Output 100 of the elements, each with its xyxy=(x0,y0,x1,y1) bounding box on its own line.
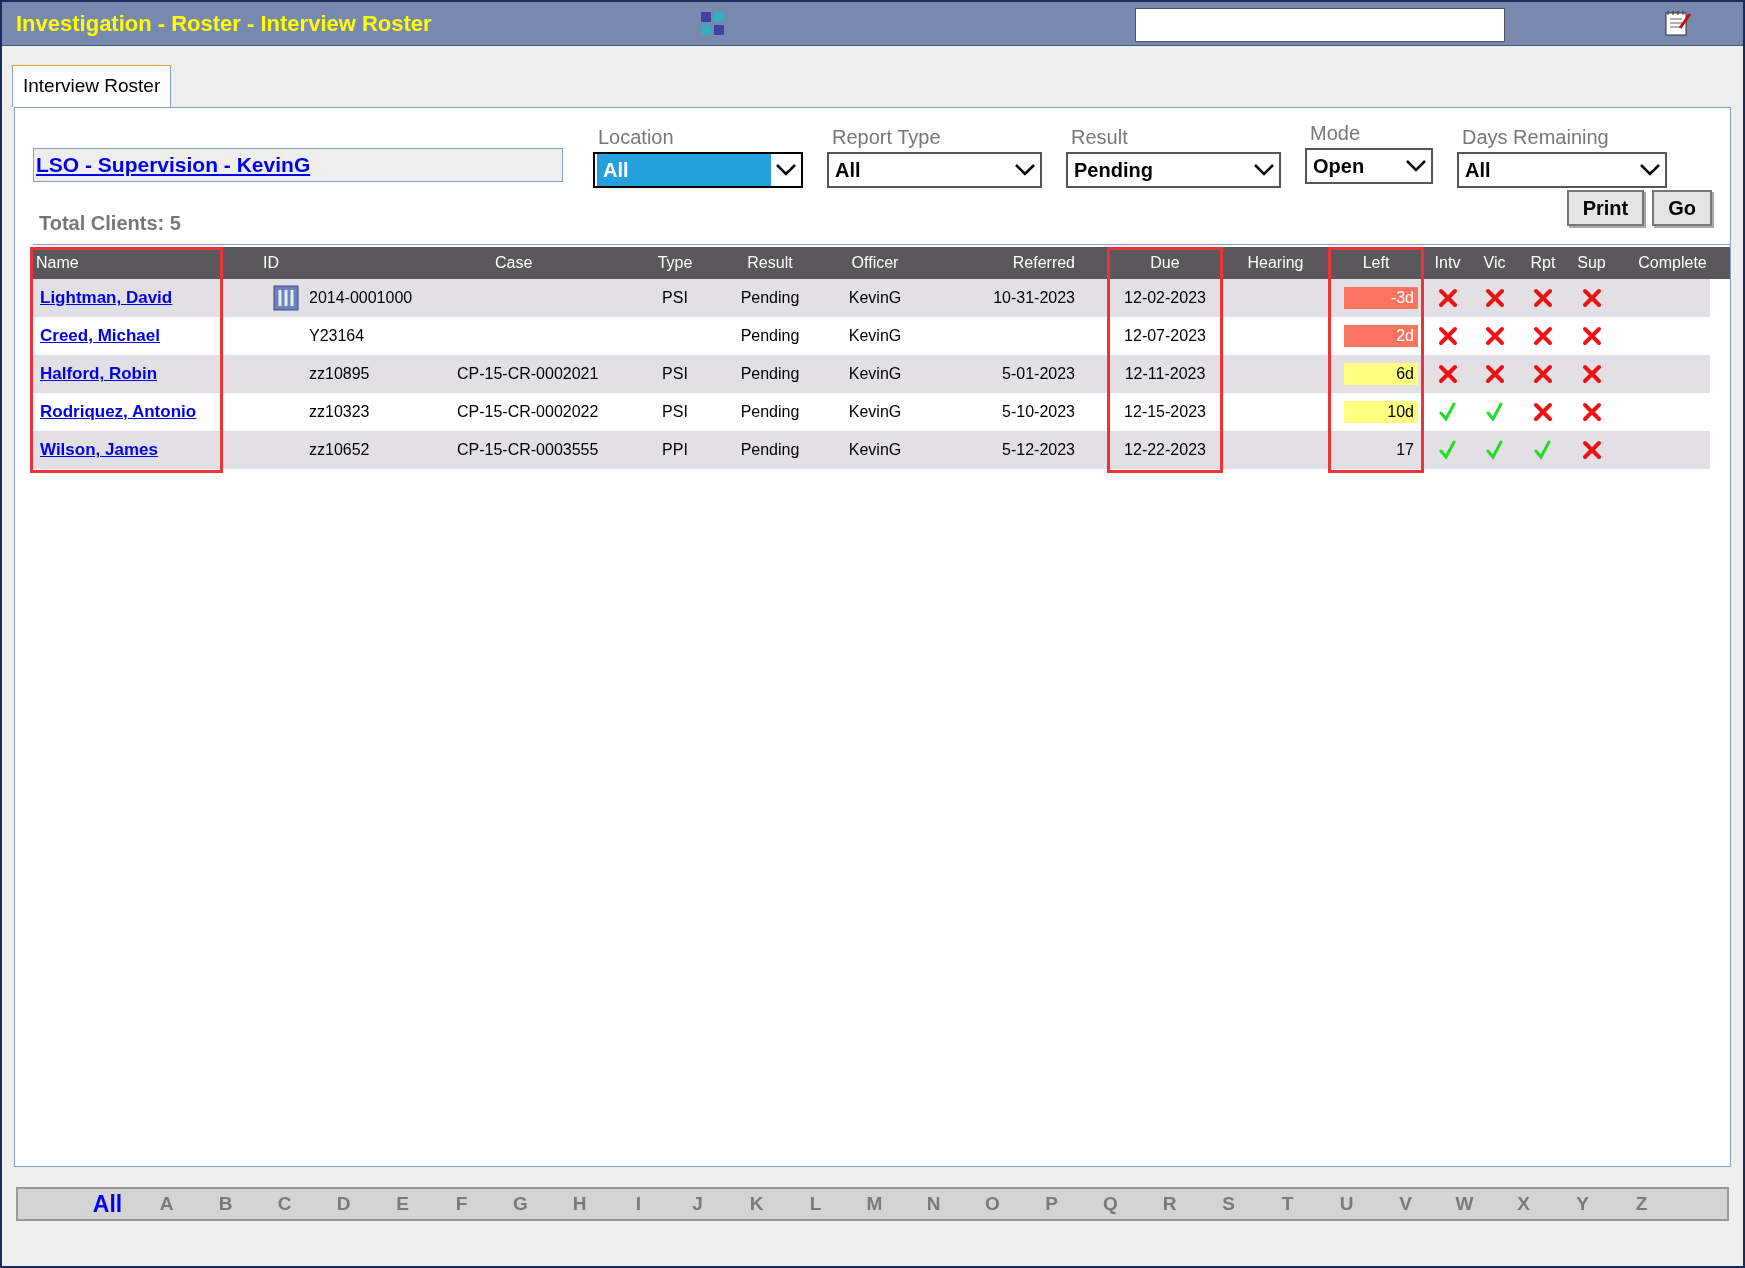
letter-filter-link[interactable]: G xyxy=(491,1189,550,1219)
bars-icon[interactable] xyxy=(273,285,299,311)
dropdown-value: All xyxy=(834,158,862,183)
table-cell: PSI xyxy=(662,403,688,420)
letter-filter-link[interactable]: P xyxy=(1022,1189,1081,1219)
table-cell: zz10652 xyxy=(309,441,370,458)
letter-filter-link[interactable]: U xyxy=(1317,1189,1376,1219)
letter-filter-link[interactable]: I xyxy=(609,1189,668,1219)
table-cell: CP-15-CR-0002022 xyxy=(457,403,599,420)
table-cell: Pending xyxy=(740,365,800,382)
chevron-down-icon xyxy=(1639,163,1661,177)
letter-filter-link[interactable]: M xyxy=(845,1189,904,1219)
letter-filter-link[interactable]: E xyxy=(373,1189,432,1219)
letter-filter-link[interactable]: C xyxy=(255,1189,314,1219)
column-header: Result xyxy=(746,253,794,273)
table-cell: PSI xyxy=(662,289,688,306)
letter-filter-link[interactable]: Y xyxy=(1553,1189,1612,1219)
days-left-value: 10d xyxy=(1344,401,1418,423)
letter-filter-link[interactable]: A xyxy=(137,1189,196,1219)
table-cell: 2014-0001000 xyxy=(309,289,413,306)
letter-filter-link[interactable]: Q xyxy=(1081,1189,1140,1219)
letter-filter-link[interactable]: F xyxy=(432,1189,491,1219)
table-cell: 12-15-2023 xyxy=(1124,403,1206,420)
letter-filter-link[interactable]: B xyxy=(196,1189,255,1219)
client-name-link[interactable]: Creed, Michael xyxy=(40,326,160,346)
column-header: Hearing xyxy=(1246,253,1305,273)
dropdown-value: All xyxy=(597,154,771,186)
column-header: Sup xyxy=(1576,253,1607,273)
letter-filter-link[interactable]: R xyxy=(1140,1189,1199,1219)
table-cell: KevinG xyxy=(848,403,902,420)
letter-filter-link[interactable]: All xyxy=(78,1186,137,1222)
table-cell: KevinG xyxy=(848,327,902,344)
letter-filter-link[interactable]: N xyxy=(904,1189,963,1219)
filter-dropdown[interactable]: Pending xyxy=(1066,152,1281,188)
column-header: Rpt xyxy=(1529,253,1557,273)
client-name-link[interactable]: Rodriquez, Antonio xyxy=(40,402,197,422)
table-cell: 12-07-2023 xyxy=(1124,327,1206,344)
table-cell: 5-10-2023 xyxy=(1002,403,1075,420)
client-name-link[interactable]: Wilson, James xyxy=(40,440,158,460)
letter-filter-link[interactable]: T xyxy=(1258,1189,1317,1219)
table-cell: KevinG xyxy=(848,441,902,458)
chevron-down-icon xyxy=(1253,163,1275,177)
letter-filter-link[interactable]: S xyxy=(1199,1189,1258,1219)
filter-dropdown[interactable]: All xyxy=(1457,152,1667,188)
table-cell: Pending xyxy=(740,327,800,344)
letter-filter-link[interactable]: L xyxy=(786,1189,845,1219)
client-name-link[interactable]: Lightman, David xyxy=(40,288,173,308)
column-header: Case xyxy=(494,253,534,273)
letter-filter-link[interactable]: X xyxy=(1494,1189,1553,1219)
table-cell: KevinG xyxy=(848,365,902,382)
filter-dropdown[interactable]: Open xyxy=(1305,148,1433,184)
column-header: Vic xyxy=(1482,253,1507,273)
filter-dropdown[interactable]: All xyxy=(827,152,1042,188)
filter-label: Location xyxy=(597,125,675,150)
dropdown-value: Open xyxy=(1312,154,1366,179)
table-cell: 10-31-2023 xyxy=(993,289,1075,306)
table-cell: PSI xyxy=(662,365,688,382)
table-cell: CP-15-CR-0002021 xyxy=(457,365,599,382)
letter-filter-link[interactable]: J xyxy=(668,1189,727,1219)
table-cell: 12-02-2023 xyxy=(1124,289,1206,306)
column-header: ID xyxy=(262,253,280,273)
table-cell: PPI xyxy=(662,441,688,458)
filter-dropdown[interactable]: All xyxy=(593,152,803,188)
column-header: Left xyxy=(1361,253,1391,273)
action-button[interactable]: Go xyxy=(1652,190,1712,226)
letter-filter-link[interactable]: W xyxy=(1435,1189,1494,1219)
days-left-value: 2d xyxy=(1344,325,1418,347)
letter-filter-link[interactable]: H xyxy=(550,1189,609,1219)
table-cell: CP-15-CR-0003555 xyxy=(457,441,599,458)
dropdown-value: Pending xyxy=(1073,158,1154,183)
client-name-link[interactable]: Halford, Robin xyxy=(40,364,158,384)
chevron-down-icon xyxy=(775,163,797,177)
chevron-down-icon xyxy=(1405,159,1427,173)
column-header: Intv xyxy=(1433,253,1462,273)
filter-label: Mode xyxy=(1309,121,1362,146)
column-header: Type xyxy=(656,253,694,273)
total-clients: Total Clients: 5 xyxy=(38,211,181,236)
search-field[interactable] xyxy=(1135,8,1505,42)
letter-filter-link[interactable]: K xyxy=(727,1189,786,1219)
supervisor-link[interactable]: LSO - Supervision - KevinG xyxy=(33,148,563,182)
filter-label: Report Type xyxy=(831,125,942,150)
grid-icon[interactable] xyxy=(699,10,727,38)
days-left-value: 17 xyxy=(1395,440,1415,460)
column-header: Referred xyxy=(1011,253,1076,273)
letter-filter-link[interactable]: D xyxy=(314,1189,373,1219)
chevron-down-icon xyxy=(1014,163,1036,177)
table-cell: Pending xyxy=(740,289,800,306)
letter-filter-link[interactable]: V xyxy=(1376,1189,1435,1219)
table-cell: zz10895 xyxy=(309,365,370,382)
letter-filter-link[interactable]: Z xyxy=(1612,1189,1671,1219)
table-cell: Pending xyxy=(740,441,800,458)
letter-filter-link[interactable]: O xyxy=(963,1189,1022,1219)
action-button[interactable]: Print xyxy=(1566,190,1645,226)
tab[interactable]: Interview Roster xyxy=(12,65,172,107)
notepad-icon[interactable] xyxy=(1662,8,1692,38)
table-cell: 5-12-2023 xyxy=(1002,441,1075,458)
table-cell: KevinG xyxy=(848,289,902,306)
filter-label: Days Remaining xyxy=(1461,125,1610,150)
dropdown-value: All xyxy=(1464,158,1492,183)
table-cell: 12-11-2023 xyxy=(1124,365,1206,382)
